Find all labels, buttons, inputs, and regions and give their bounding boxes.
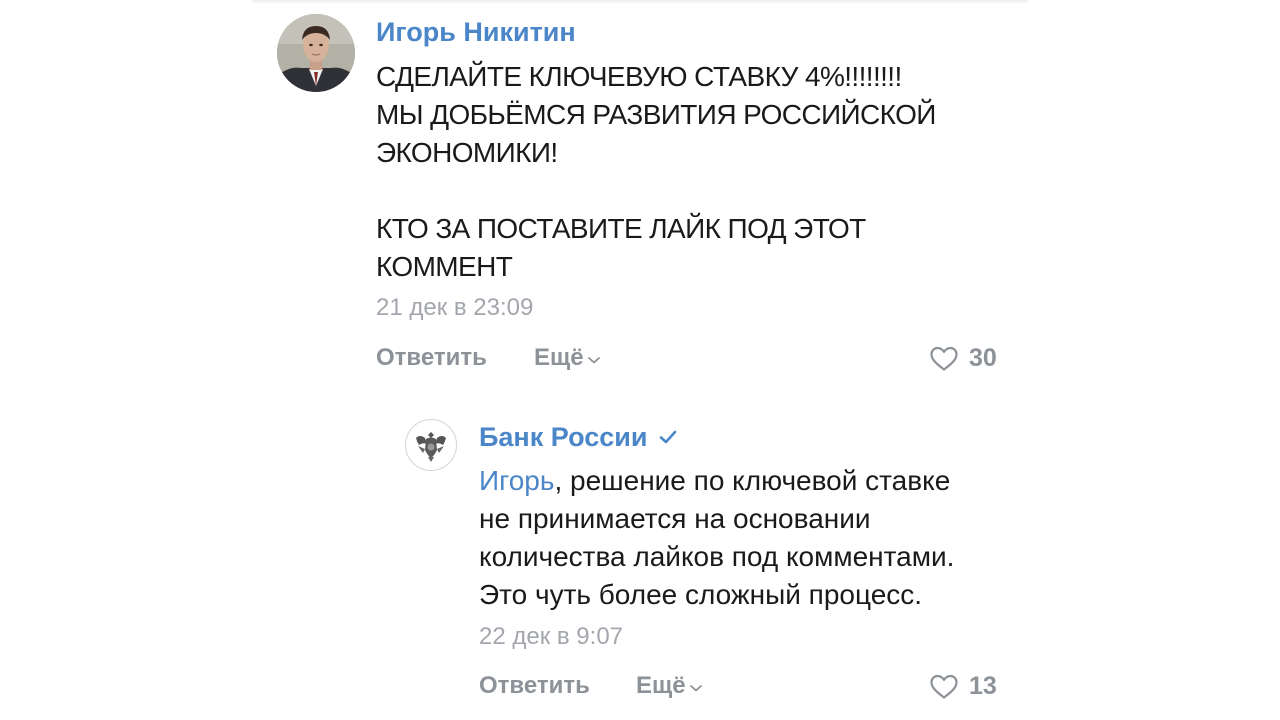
like-count: 30 [969, 344, 997, 372]
comment-line: ЭКОНОМИКИ! [376, 137, 558, 168]
double-headed-eagle-icon [409, 423, 453, 467]
comment-line: МЫ ДОБЬЁМСЯ РАЗВИТИЯ РОССИЙСКОЙ [376, 99, 936, 130]
comment-line: КОММЕНТ [376, 251, 513, 282]
comment-timestamp[interactable]: 21 дек в 23:09 [376, 293, 533, 323]
more-label: Ещё [636, 672, 686, 699]
like-button[interactable]: 30 [929, 343, 997, 373]
more-button[interactable]: Ещё [636, 671, 703, 701]
reply-first-line: Игорь, решение по ключевой ставке [479, 462, 1039, 500]
reply-timestamp[interactable]: 22 дек в 9:07 [479, 622, 623, 652]
reply-line: не принимается на основании [479, 503, 871, 534]
reply-line: , решение по ключевой ставке [554, 465, 951, 496]
heart-outline-icon [930, 346, 958, 371]
reply-author-name: Банк России [479, 422, 648, 452]
more-button[interactable]: Ещё [534, 343, 601, 373]
comment-line: КТО ЗА ПОСТАВИТЕ ЛАЙК ПОД ЭТОТ [376, 213, 866, 244]
like-button[interactable]: 13 [929, 671, 997, 701]
reply-author[interactable]: Банк России [479, 421, 679, 453]
reply-line: Это чуть более сложный процесс. [479, 579, 923, 610]
chevron-down-icon [587, 357, 600, 364]
heart-outline-icon [930, 674, 958, 699]
more-label: Ещё [534, 344, 584, 371]
mention-link[interactable]: Игорь [479, 465, 554, 496]
divider [252, 0, 1028, 4]
comment-body: СДЕЛАЙТЕ КЛЮЧЕВУЮ СТАВКУ 4%!!!!!!!! МЫ Д… [376, 58, 996, 286]
bank-avatar[interactable] [405, 419, 457, 471]
comment-thread: Игорь Никитин СДЕЛАЙТЕ КЛЮЧЕВУЮ СТАВКУ 4… [0, 0, 1280, 720]
user-photo-icon [277, 14, 355, 92]
reply-body: Игорь, решение по ключевой ставке не при… [479, 462, 1039, 614]
reply-button[interactable]: Ответить [376, 343, 487, 373]
avatar[interactable] [277, 14, 355, 92]
chevron-down-icon [689, 685, 702, 692]
reply-button[interactable]: Ответить [479, 671, 590, 701]
comment-author[interactable]: Игорь Никитин [376, 16, 576, 48]
like-count: 13 [969, 672, 997, 700]
comment-blank-line [376, 172, 996, 210]
reply-line: количества лайков под комментами. [479, 541, 955, 572]
checkmark-icon [660, 430, 677, 444]
comment-line: СДЕЛАЙТЕ КЛЮЧЕВУЮ СТАВКУ 4%!!!!!!!! [376, 61, 902, 92]
